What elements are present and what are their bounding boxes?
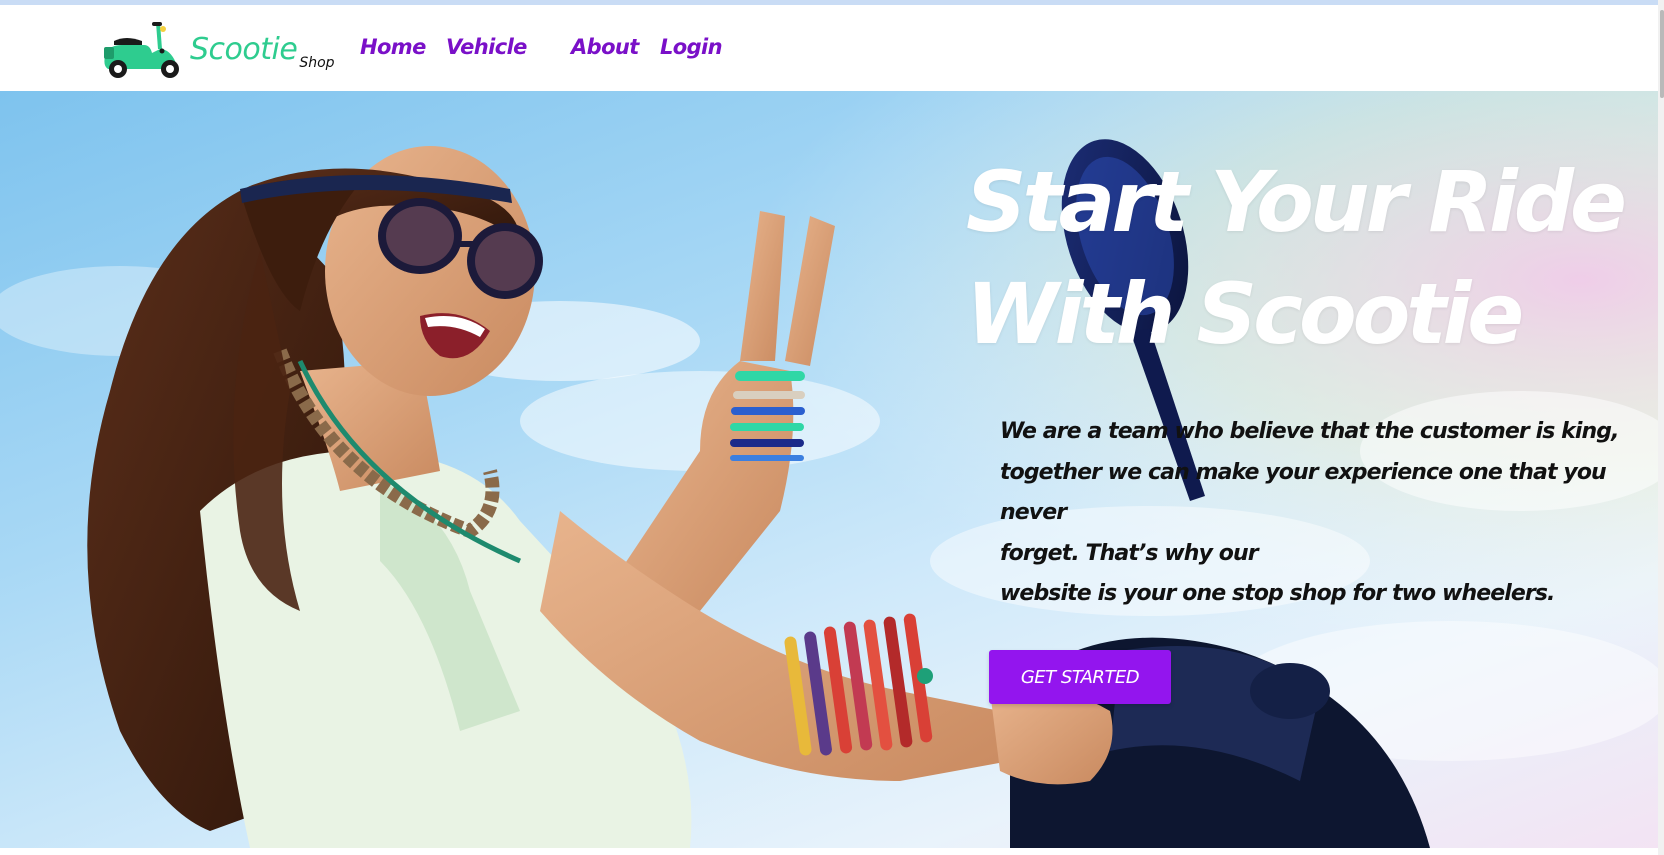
hero-description-line: never [1000,500,1067,525]
page: Scootie Shop Home Vehicle About Login St… [0,0,1664,855]
brand-name: Scootie [190,31,298,67]
hero-title-line-1: Start Your Ride [966,153,1627,251]
hero-description-line: website is your one stop shop for two wh… [1000,581,1555,606]
page-scrollbar[interactable] [1658,0,1664,855]
hero-title-line-2: With Scootie [966,265,1524,363]
scrollbar-thumb[interactable] [1660,10,1664,98]
brand-logo[interactable]: Scootie Shop [100,17,335,81]
nav-login-link[interactable]: Login [660,35,723,59]
hero-title: Start Your Ride With Scootie [966,146,1656,370]
hero-description-line: together we can make your experience one… [1000,459,1607,485]
brand-suffix: Shop [299,54,335,71]
bottom-strip [0,848,1664,855]
nav-vehicle-link[interactable]: Vehicle [446,35,527,59]
hero-description-line: We are a team who believe that the custo… [1000,419,1620,444]
hero-section: Start Your Ride With Scootie We are a te… [0,91,1664,848]
nav-about-link[interactable]: About [571,35,639,59]
hero-description: We are a team who believe that the custo… [1000,412,1620,615]
nav-home-link[interactable]: Home [360,35,426,59]
scooter-icon [104,22,179,78]
hero-description-line: forget. That’s why our [1000,540,1259,566]
navbar: Scootie Shop Home Vehicle About Login [0,5,1664,91]
get-started-button[interactable]: GET STARTED [989,650,1171,704]
brand-wordmark: Scootie Shop [190,31,335,71]
